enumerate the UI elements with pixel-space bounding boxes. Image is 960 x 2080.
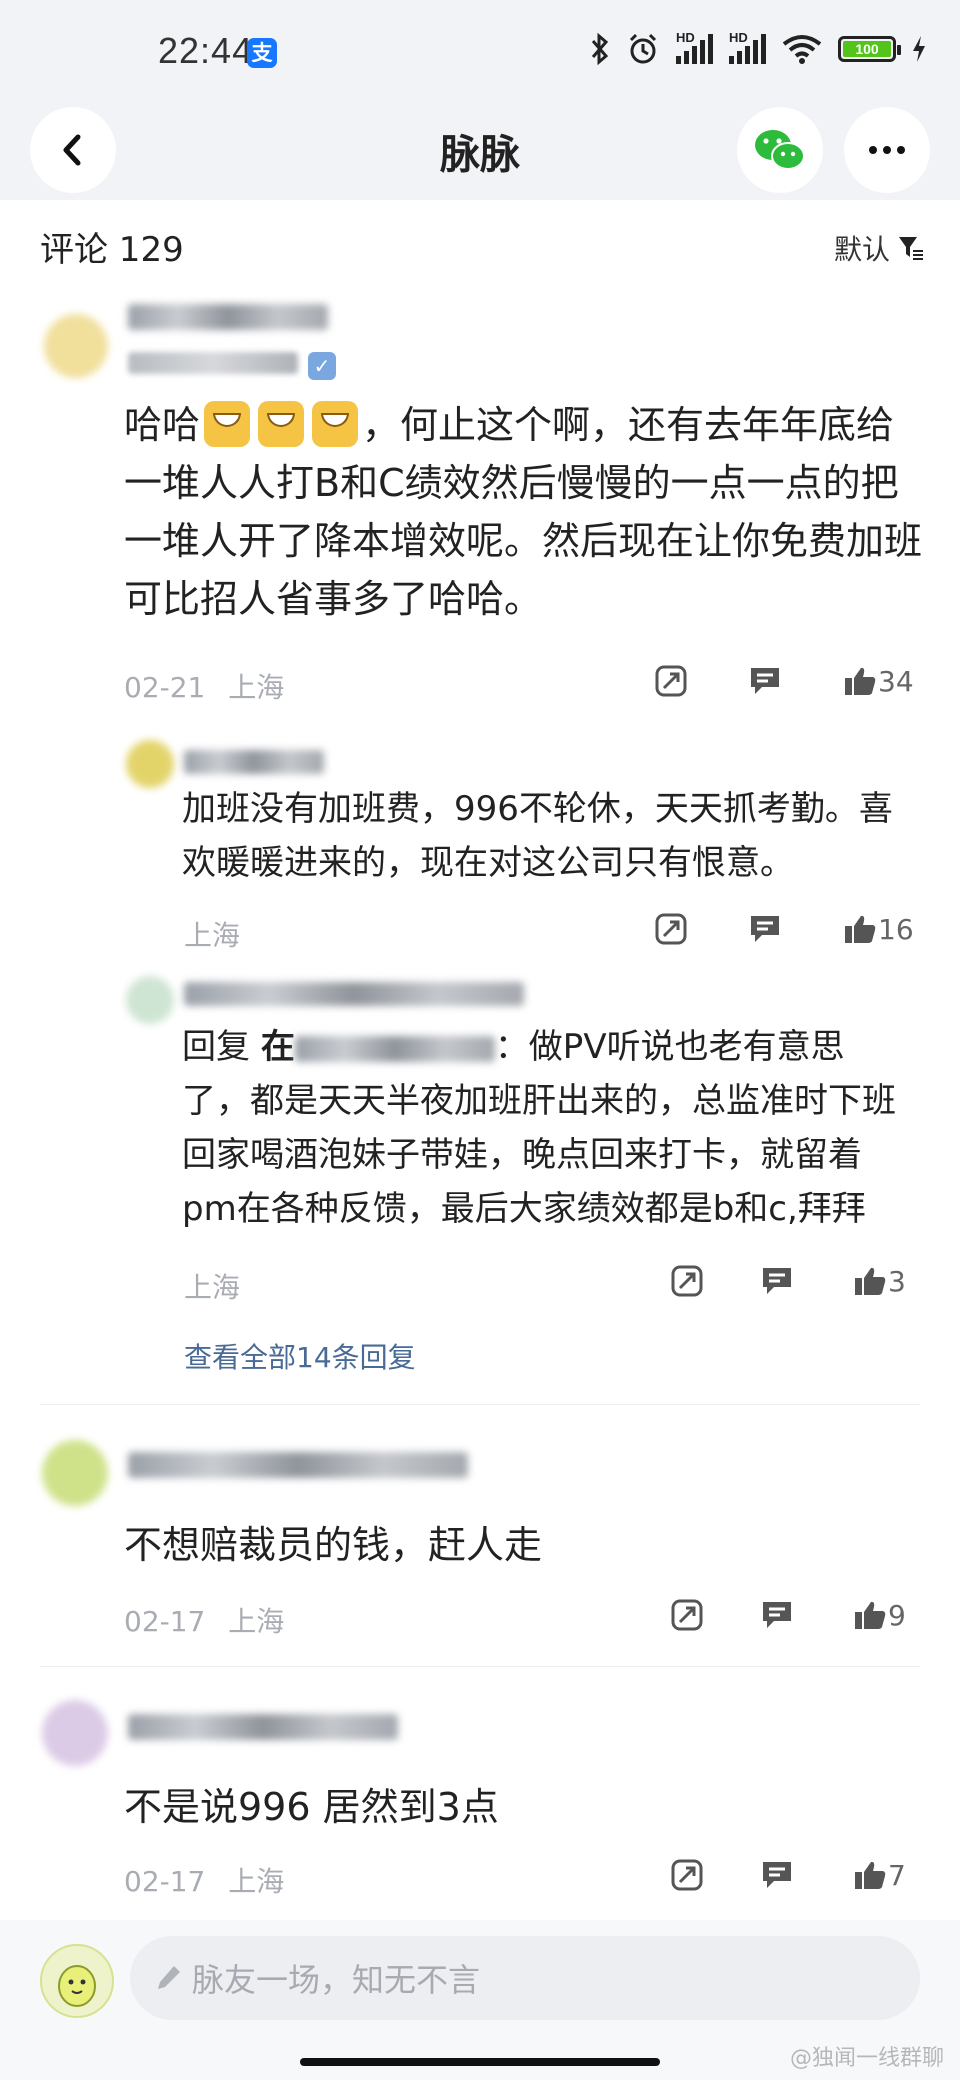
like-count: 9	[888, 1598, 906, 1632]
reply-icon[interactable]	[748, 665, 782, 697]
avatar[interactable]	[126, 740, 174, 788]
comment-meta: 02-17 上海	[124, 1600, 284, 1640]
reply-icon[interactable]	[760, 1599, 794, 1631]
comment-location: 上海	[228, 1865, 285, 1898]
share-icon[interactable]	[670, 1858, 704, 1892]
author-name[interactable]	[184, 982, 524, 1006]
view-all-replies-link[interactable]: 查看全部14条回复	[184, 1336, 416, 1376]
reply-location: 上海	[184, 919, 241, 952]
comment-text: 哈哈 ，何止这个啊，还有去年年底给一堆人人打B和C绩效然后慢慢的一点一点的把一堆人…	[124, 396, 924, 628]
avatar-illustration-icon	[58, 1965, 96, 2007]
comment-actions: 9	[670, 1598, 906, 1632]
comment-location: 上海	[228, 1605, 285, 1638]
like-count: 7	[888, 1858, 906, 1892]
signal-icon-1: HD	[676, 30, 713, 64]
filter-icon	[899, 237, 923, 260]
comment-input[interactable]: 脉友一场，知无不言	[130, 1936, 920, 2020]
like-button[interactable]: 34	[844, 665, 914, 698]
avatar[interactable]	[126, 976, 174, 1024]
share-icon[interactable]	[654, 664, 688, 698]
status-time: 22:44	[158, 30, 254, 71]
grin-emoji-icon	[312, 400, 359, 447]
charging-icon	[913, 36, 925, 62]
watermark: @独闻一线群聊	[789, 2046, 944, 2071]
author-title	[128, 352, 298, 374]
author-name[interactable]	[128, 304, 328, 330]
like-count: 3	[888, 1264, 906, 1298]
more-button[interactable]	[844, 107, 930, 193]
like-count: 16	[878, 912, 914, 946]
comments-count: 评论 129	[40, 230, 184, 270]
wifi-icon	[782, 35, 822, 64]
status-icons: HD HD 100	[590, 30, 926, 66]
thumbs-up-icon	[845, 667, 876, 695]
signal-icon-2: HD	[729, 30, 766, 64]
comment-date: 02-21	[124, 671, 206, 704]
divider	[40, 1666, 920, 1667]
sort-label: 默认	[833, 233, 890, 266]
reply-actions: 3	[670, 1264, 906, 1298]
alipay-icon: 支	[247, 38, 277, 68]
home-indicator[interactable]	[300, 2058, 660, 2066]
more-dots-icon	[869, 146, 905, 154]
alarm-icon	[629, 33, 657, 64]
grin-emoji-icon	[204, 400, 251, 447]
like-button[interactable]: 16	[844, 913, 914, 946]
reply-text: 加班没有加班费，996不轮休，天天抓考勤。喜欢暖暖进来的，现在对这公司只有恨意。	[182, 789, 893, 883]
avatar[interactable]	[44, 314, 108, 378]
thumbs-up-icon	[845, 915, 876, 943]
wechat-share-button[interactable]	[737, 107, 823, 193]
comment-text: 不想赔裁员的钱，赶人走	[124, 1523, 543, 1567]
share-icon[interactable]	[654, 912, 688, 946]
user-avatar[interactable]	[40, 1944, 114, 2018]
share-icon[interactable]	[670, 1264, 704, 1298]
comment-input-placeholder: 脉友一场，知无不言	[192, 1961, 481, 1999]
reply-location: 上海	[184, 1271, 241, 1304]
like-button[interactable]: 7	[854, 1859, 906, 1892]
thumbs-up-icon	[855, 1601, 886, 1629]
wechat-icon	[755, 130, 805, 170]
comment-actions: 34	[654, 664, 914, 698]
sort-dropdown[interactable]: 默认	[834, 228, 924, 268]
reply-text: 回复 在：做PV听说也老有意思了，都是天天半夜加班肝出来的，总监准时下班回家喝酒…	[182, 1027, 896, 1229]
nav-bar: 脉脉	[0, 100, 960, 200]
thumbs-up-icon	[855, 1861, 886, 1889]
avatar[interactable]	[42, 1700, 108, 1766]
verified-badge-icon: ✓	[308, 352, 336, 380]
comment-meta: 02-21 上海	[124, 666, 284, 706]
reply-to-user[interactable]: 在	[261, 1027, 295, 1067]
author-name[interactable]	[128, 1452, 468, 1478]
comment-actions: 7	[670, 1858, 906, 1892]
share-icon[interactable]	[670, 1598, 704, 1632]
like-count: 34	[878, 664, 914, 698]
comment-date: 02-17	[124, 1605, 206, 1638]
bluetooth-icon	[591, 32, 609, 66]
reply-icon[interactable]	[760, 1859, 794, 1891]
like-button[interactable]: 9	[854, 1599, 906, 1632]
reply-icon[interactable]	[760, 1265, 794, 1297]
thumbs-up-icon	[855, 1267, 886, 1295]
comment-text: 不是说996 居然到3点	[124, 1785, 499, 1829]
divider	[40, 1404, 920, 1405]
reply-actions: 16	[654, 912, 914, 946]
comment-date: 02-17	[124, 1865, 206, 1898]
status-bar: 22:44 支 HD HD 100	[0, 0, 960, 100]
pencil-icon	[158, 1966, 180, 1989]
author-name[interactable]	[184, 750, 324, 774]
grin-emoji-icon	[258, 400, 305, 447]
author-name[interactable]	[128, 1714, 398, 1740]
reply-icon[interactable]	[748, 913, 782, 945]
comment-location: 上海	[228, 671, 285, 704]
reply-to-user-redacted	[294, 1035, 495, 1062]
battery-icon: 100	[838, 36, 901, 62]
avatar[interactable]	[42, 1440, 108, 1506]
like-button[interactable]: 3	[854, 1265, 906, 1298]
comment-meta: 02-17 上海	[124, 1860, 284, 1900]
